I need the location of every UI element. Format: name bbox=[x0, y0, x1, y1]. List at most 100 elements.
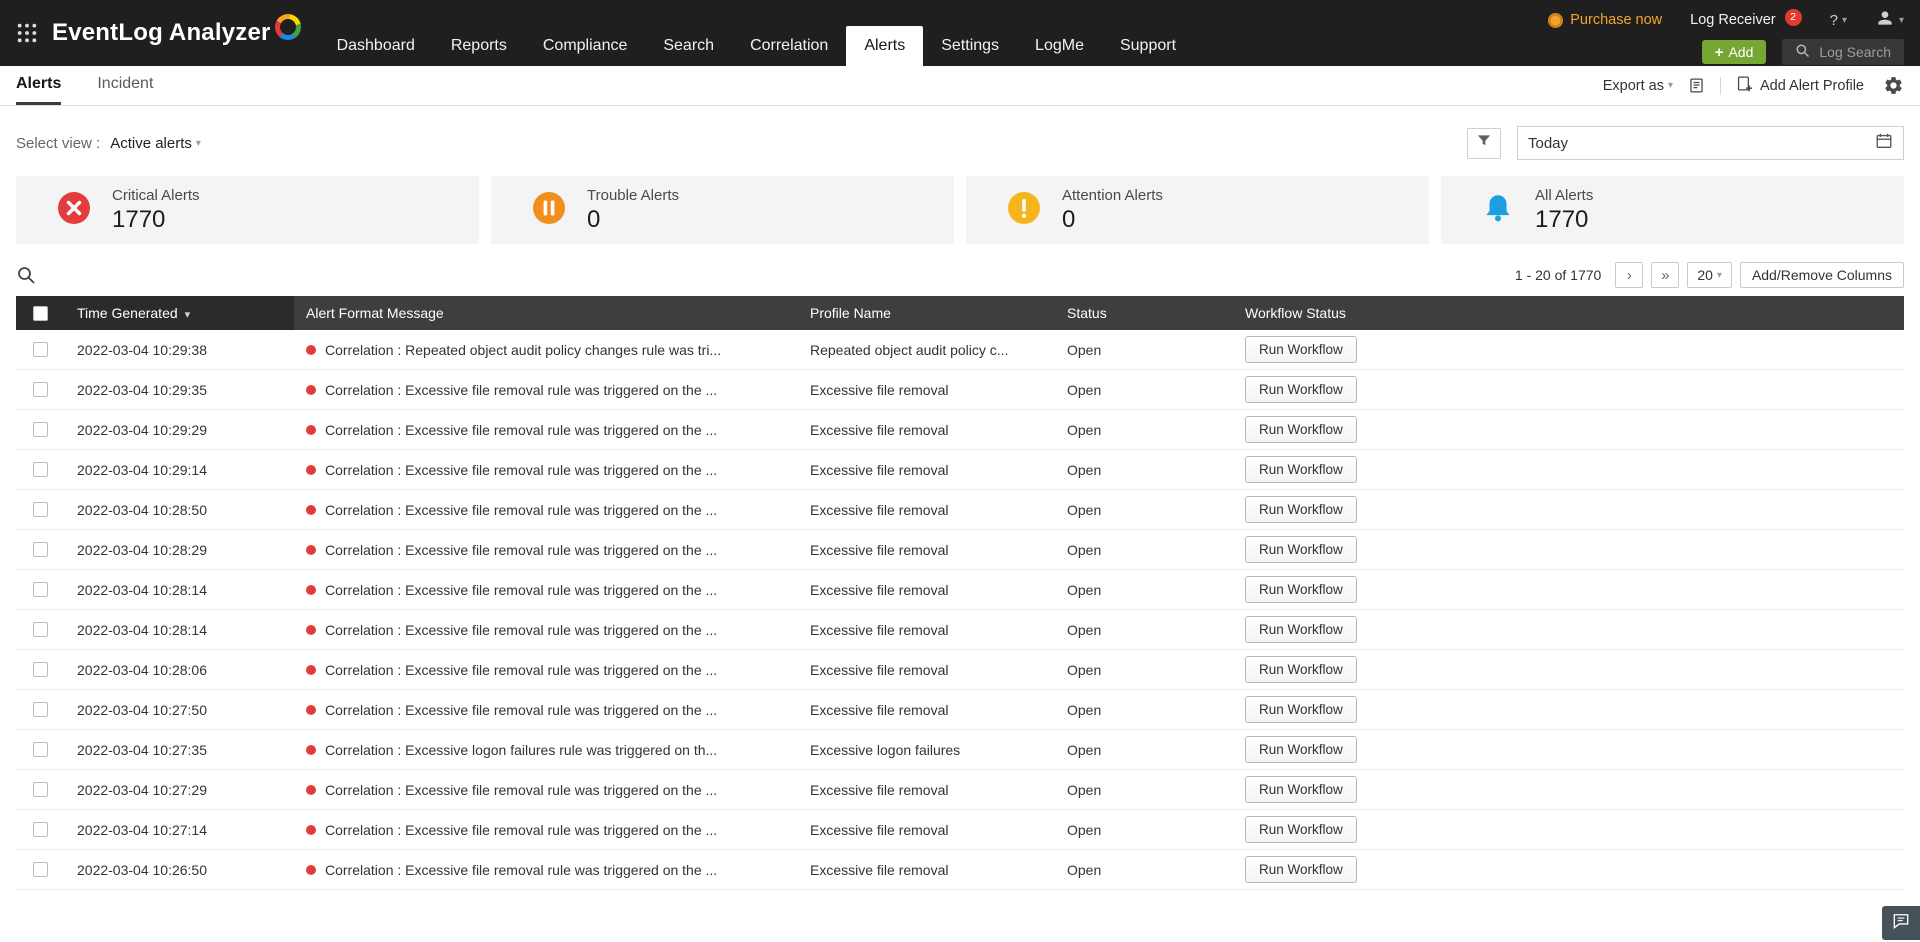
log-receiver-link[interactable]: Log Receiver 2 bbox=[1690, 12, 1801, 29]
table-row[interactable]: 2022-03-04 10:28:06 Correlation : Excess… bbox=[16, 650, 1904, 690]
row-checkbox[interactable] bbox=[33, 662, 48, 677]
critical-severity-dot-icon bbox=[306, 505, 316, 515]
trouble-alerts-card[interactable]: Trouble Alerts 0 bbox=[491, 176, 954, 244]
subtab[interactable]: Alerts bbox=[16, 66, 61, 105]
subtabs: Alerts Incident bbox=[16, 66, 153, 105]
run-workflow-button[interactable]: Run Workflow bbox=[1245, 496, 1357, 523]
subtab[interactable]: Incident bbox=[97, 66, 153, 105]
row-workflow-cell: Run Workflow bbox=[1233, 616, 1904, 643]
all-alerts-card[interactable]: All Alerts 1770 bbox=[1441, 176, 1904, 244]
row-status: Open bbox=[1055, 542, 1233, 558]
app-logo: EventLog Analyzer bbox=[52, 19, 301, 47]
log-search-box[interactable]: Log Search bbox=[1782, 39, 1904, 65]
run-workflow-button[interactable]: Run Workflow bbox=[1245, 696, 1357, 723]
all-alerts-icon bbox=[1481, 191, 1515, 230]
row-workflow-cell: Run Workflow bbox=[1233, 696, 1904, 723]
run-workflow-button[interactable]: Run Workflow bbox=[1245, 856, 1357, 883]
row-checkbox[interactable] bbox=[33, 462, 48, 477]
nav-item[interactable]: Dashboard bbox=[319, 26, 433, 66]
row-checkbox-cell bbox=[16, 342, 65, 357]
page-size-dropdown[interactable]: 20 bbox=[1687, 262, 1732, 288]
run-workflow-button[interactable]: Run Workflow bbox=[1245, 736, 1357, 763]
add-alert-profile-button[interactable]: Add Alert Profile bbox=[1736, 75, 1864, 96]
export-report-icon[interactable] bbox=[1688, 77, 1705, 94]
row-checkbox[interactable] bbox=[33, 542, 48, 557]
add-remove-columns-button[interactable]: Add/Remove Columns bbox=[1740, 262, 1904, 288]
table-row[interactable]: 2022-03-04 10:27:35 Correlation : Excess… bbox=[16, 730, 1904, 770]
row-checkbox-cell bbox=[16, 542, 65, 557]
add-alert-profile-icon bbox=[1736, 75, 1753, 96]
nav-item[interactable]: Support bbox=[1102, 26, 1194, 66]
nav-item[interactable]: Search bbox=[645, 26, 732, 66]
run-workflow-button[interactable]: Run Workflow bbox=[1245, 416, 1357, 443]
table-row[interactable]: 2022-03-04 10:29:14 Correlation : Excess… bbox=[16, 450, 1904, 490]
row-workflow-cell: Run Workflow bbox=[1233, 856, 1904, 883]
filter-button[interactable] bbox=[1467, 128, 1501, 159]
last-page-button[interactable]: » bbox=[1651, 262, 1679, 288]
next-page-button[interactable]: › bbox=[1615, 262, 1643, 288]
nav-item[interactable]: LogMe bbox=[1017, 26, 1102, 66]
purchase-now-link[interactable]: Purchase now bbox=[1548, 12, 1662, 28]
row-profile-name: Excessive file removal bbox=[798, 862, 1055, 878]
row-checkbox[interactable] bbox=[33, 342, 48, 357]
row-checkbox[interactable] bbox=[33, 782, 48, 797]
table-row[interactable]: 2022-03-04 10:26:50 Correlation : Excess… bbox=[16, 850, 1904, 890]
run-workflow-button[interactable]: Run Workflow bbox=[1245, 536, 1357, 563]
row-checkbox[interactable] bbox=[33, 702, 48, 717]
attention-alerts-card[interactable]: Attention Alerts 0 bbox=[966, 176, 1429, 244]
nav-item[interactable]: Reports bbox=[433, 26, 525, 66]
apps-grid-icon[interactable] bbox=[16, 22, 38, 44]
row-checkbox[interactable] bbox=[33, 862, 48, 877]
row-checkbox[interactable] bbox=[33, 422, 48, 437]
row-checkbox[interactable] bbox=[33, 822, 48, 837]
table-row[interactable]: 2022-03-04 10:28:14 Correlation : Excess… bbox=[16, 610, 1904, 650]
row-checkbox[interactable] bbox=[33, 742, 48, 757]
run-workflow-button[interactable]: Run Workflow bbox=[1245, 816, 1357, 843]
nav-item[interactable]: Settings bbox=[923, 26, 1017, 66]
row-time-generated: 2022-03-04 10:27:35 bbox=[65, 742, 294, 758]
table-search-icon[interactable] bbox=[16, 265, 36, 285]
table-row[interactable]: 2022-03-04 10:27:50 Correlation : Excess… bbox=[16, 690, 1904, 730]
nav-item[interactable]: Alerts bbox=[846, 26, 923, 66]
run-workflow-button[interactable]: Run Workflow bbox=[1245, 576, 1357, 603]
help-menu[interactable]: ? bbox=[1830, 12, 1847, 29]
run-workflow-button[interactable]: Run Workflow bbox=[1245, 656, 1357, 683]
row-alert-message: Correlation : Excessive file removal rul… bbox=[325, 822, 717, 838]
table-row[interactable]: 2022-03-04 10:29:29 Correlation : Excess… bbox=[16, 410, 1904, 450]
table-row[interactable]: 2022-03-04 10:28:14 Correlation : Excess… bbox=[16, 570, 1904, 610]
card-label: Trouble Alerts bbox=[587, 187, 679, 204]
nav-item[interactable]: Correlation bbox=[732, 26, 846, 66]
export-as-dropdown[interactable]: Export as bbox=[1603, 78, 1673, 94]
run-workflow-button[interactable]: Run Workflow bbox=[1245, 456, 1357, 483]
user-menu[interactable] bbox=[1875, 8, 1904, 32]
log-receiver-badge: 2 bbox=[1785, 9, 1802, 26]
table-row[interactable]: 2022-03-04 10:28:50 Correlation : Excess… bbox=[16, 490, 1904, 530]
run-workflow-button[interactable]: Run Workflow bbox=[1245, 776, 1357, 803]
row-checkbox[interactable] bbox=[33, 622, 48, 637]
select-all-checkbox[interactable] bbox=[33, 306, 48, 321]
add-button[interactable]: Add bbox=[1702, 40, 1767, 64]
critical-alerts-card[interactable]: Critical Alerts 1770 bbox=[16, 176, 479, 244]
table-row[interactable]: 2022-03-04 10:29:35 Correlation : Excess… bbox=[16, 370, 1904, 410]
run-workflow-button[interactable]: Run Workflow bbox=[1245, 376, 1357, 403]
table-row[interactable]: 2022-03-04 10:27:29 Correlation : Excess… bbox=[16, 770, 1904, 810]
row-message-cell: Correlation : Excessive file removal rul… bbox=[294, 462, 798, 478]
run-workflow-button[interactable]: Run Workflow bbox=[1245, 616, 1357, 643]
date-range-picker[interactable]: Today bbox=[1517, 126, 1904, 160]
row-checkbox[interactable] bbox=[33, 502, 48, 517]
table-row[interactable]: 2022-03-04 10:27:14 Correlation : Excess… bbox=[16, 810, 1904, 850]
row-checkbox[interactable] bbox=[33, 382, 48, 397]
row-checkbox[interactable] bbox=[33, 582, 48, 597]
top-navigation-bar: EventLog Analyzer Dashboard Reports Comp… bbox=[0, 0, 1920, 66]
row-message-cell: Correlation : Excessive file removal rul… bbox=[294, 702, 798, 718]
critical-severity-dot-icon bbox=[306, 545, 316, 555]
run-workflow-button[interactable]: Run Workflow bbox=[1245, 336, 1357, 363]
view-dropdown[interactable]: Active alerts bbox=[110, 135, 201, 152]
header-time-generated[interactable]: Time Generated bbox=[65, 296, 294, 330]
table-row[interactable]: 2022-03-04 10:28:29 Correlation : Excess… bbox=[16, 530, 1904, 570]
nav-item[interactable]: Compliance bbox=[525, 26, 645, 66]
feedback-chat-button[interactable] bbox=[1882, 906, 1920, 940]
settings-gear-icon[interactable] bbox=[1883, 75, 1904, 96]
row-time-generated: 2022-03-04 10:27:50 bbox=[65, 702, 294, 718]
table-row[interactable]: 2022-03-04 10:29:38 Correlation : Repeat… bbox=[16, 330, 1904, 370]
